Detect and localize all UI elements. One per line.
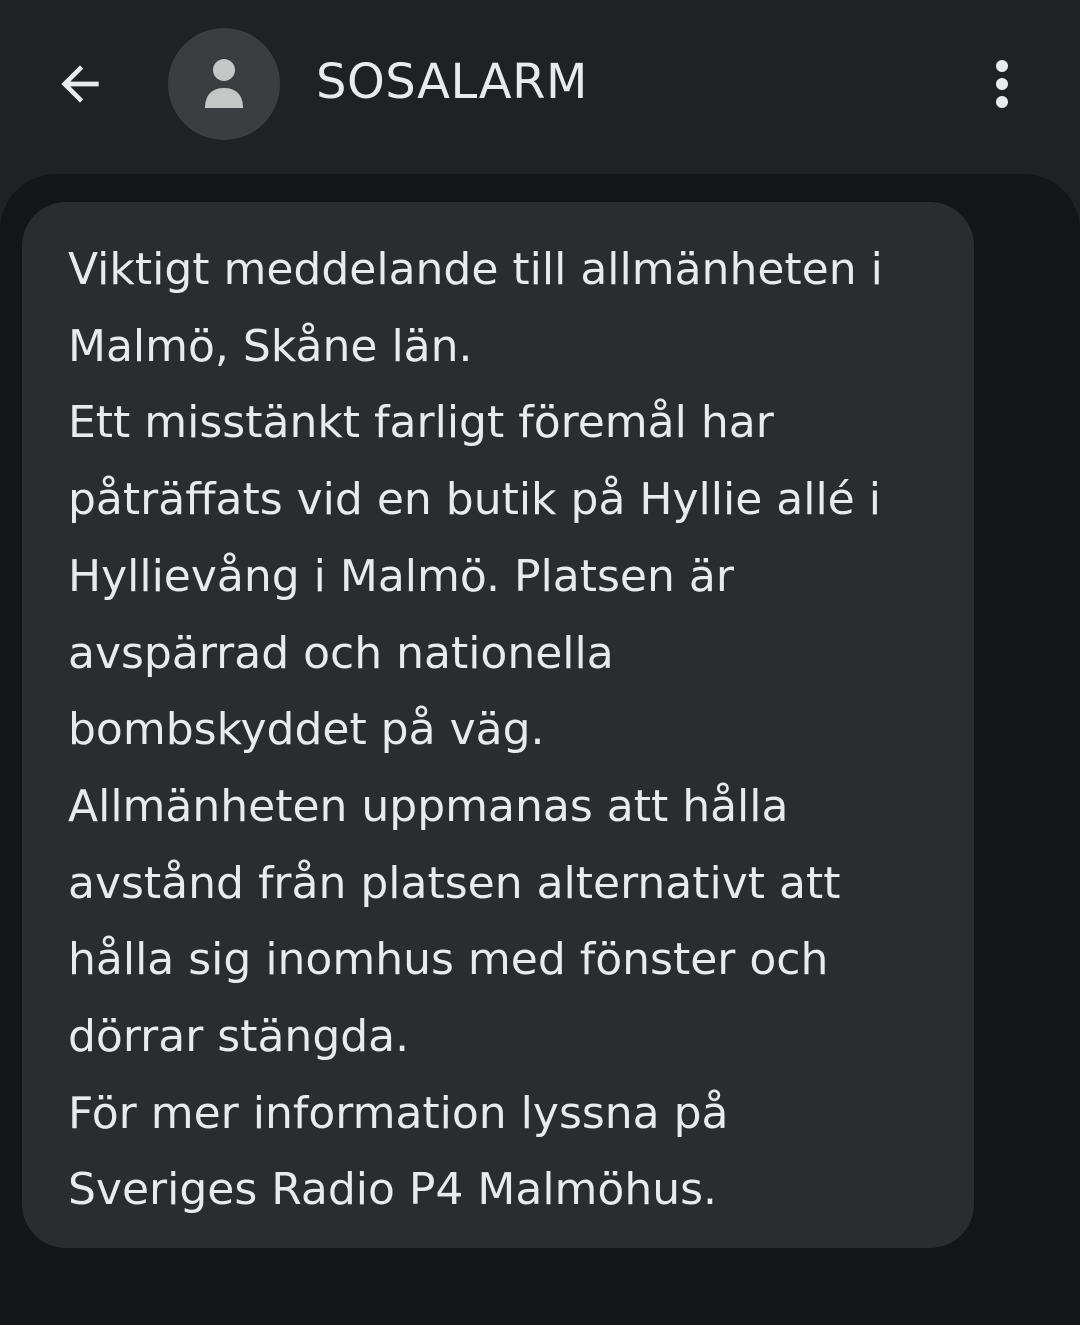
top-app-bar: SOSALARM: [0, 0, 1080, 170]
message-line: Ett misstänkt farligt föremål har: [68, 397, 774, 449]
back-button[interactable]: [40, 44, 120, 124]
arrow-left-icon: [61, 65, 99, 103]
message-line: avspärrad och nationella: [68, 627, 614, 679]
message-line: Allmänheten uppmanas att hålla: [68, 780, 789, 832]
contact-name: SOSALARM: [316, 54, 588, 110]
message-line: Malmö, Skåne län.: [68, 320, 473, 372]
message-bubble[interactable]: Viktigt meddelande till allmänheten i Ma…: [22, 202, 974, 1248]
message-line: Sveriges Radio P4 Malmöhus.: [68, 1164, 718, 1216]
message-line: bombskyddet på väg.: [68, 704, 545, 756]
more-options-button[interactable]: [962, 44, 1042, 124]
message-line: dörrar stängda.: [68, 1011, 410, 1063]
message-line: hålla sig inomhus med fönster och: [68, 934, 829, 986]
person-icon: [205, 59, 243, 108]
message-line: För mer information lyssna på: [68, 1087, 729, 1139]
message-line: påträffats vid en butik på Hyllie allé i: [68, 474, 881, 526]
message-line: avstånd från platsen alternativt att: [68, 857, 841, 909]
message-line: Hyllievång i Malmö. Platsen är: [68, 550, 734, 602]
more-vert-icon: [996, 60, 1008, 108]
message-line: Viktigt meddelande till allmänheten i: [68, 244, 883, 295]
contact-avatar[interactable]: [168, 28, 280, 140]
